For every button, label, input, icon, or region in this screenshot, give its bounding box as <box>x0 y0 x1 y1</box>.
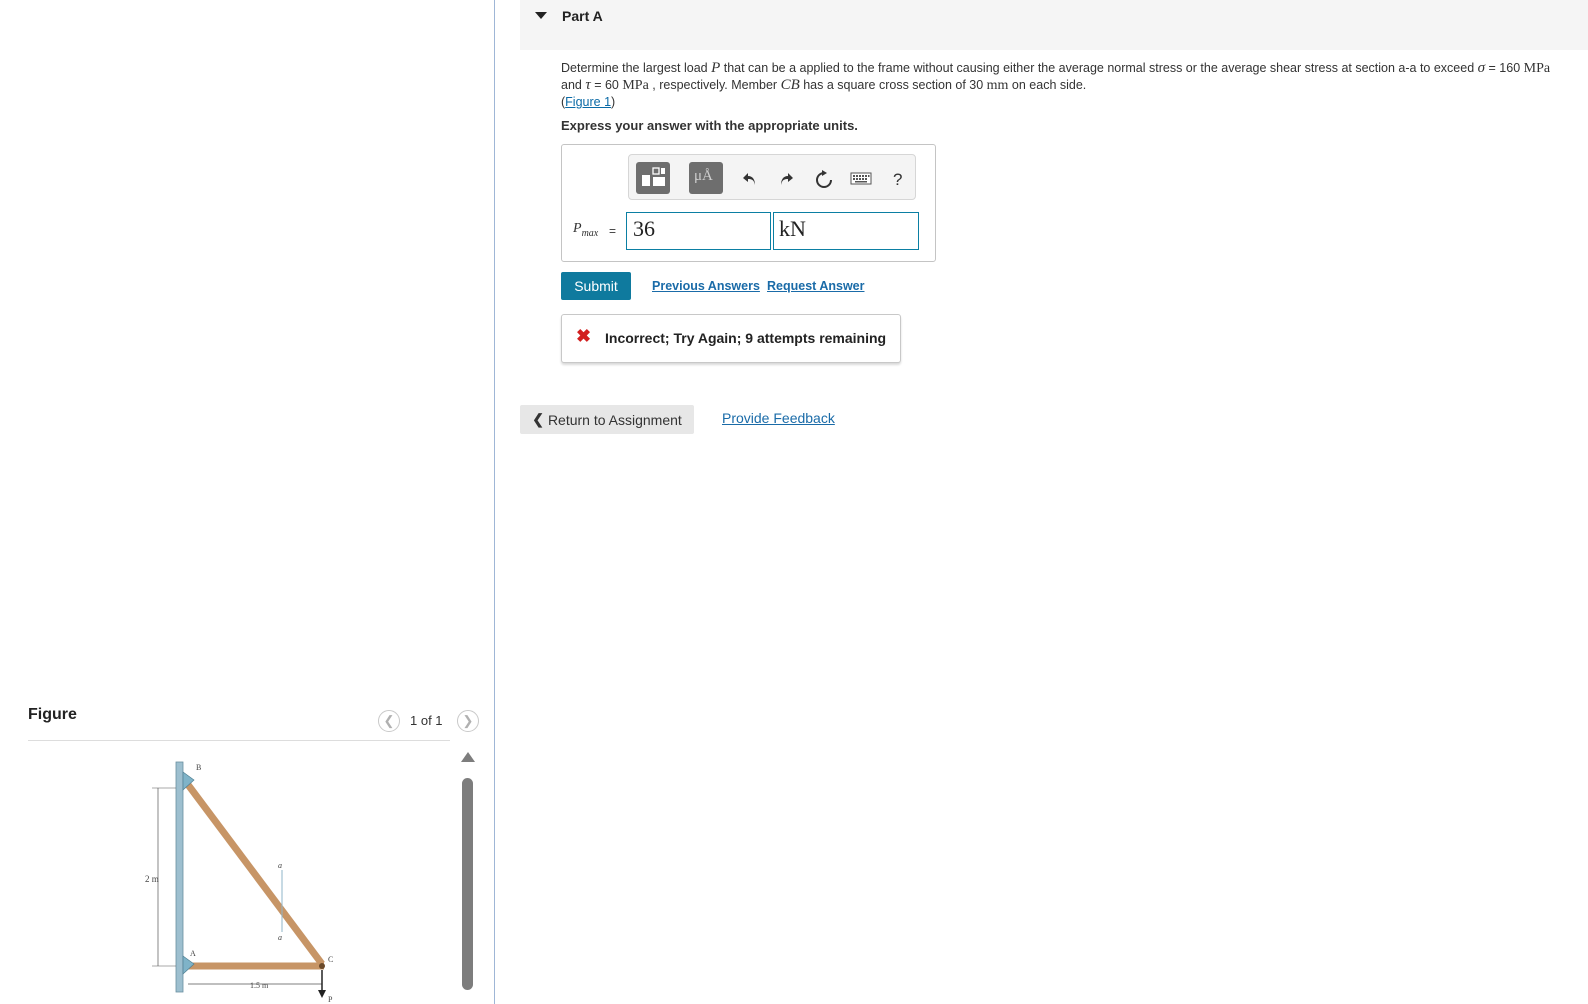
reset-button[interactable] <box>814 170 834 194</box>
incorrect-icon: ✖ <box>576 326 592 346</box>
question-text: Determine the largest load P that can be… <box>561 60 1551 109</box>
keyboard-button[interactable] <box>850 170 872 190</box>
provide-feedback-link[interactable]: Provide Feedback <box>722 410 835 426</box>
chevron-right-icon: ❯ <box>462 713 474 728</box>
templates-button[interactable] <box>636 162 670 194</box>
collapse-caret-icon[interactable] <box>535 12 547 19</box>
scroll-up-arrow-icon[interactable] <box>461 752 475 762</box>
load-p-label: P <box>328 995 333 1004</box>
figure-divider <box>28 740 450 741</box>
redo-icon <box>781 173 793 185</box>
part-title: Part A <box>562 8 603 24</box>
figure-link[interactable]: Figure 1 <box>565 95 611 109</box>
reset-icon <box>816 170 832 188</box>
chevron-left-icon: ❮ <box>383 713 395 728</box>
equals-sign: = <box>609 224 617 238</box>
answer-variable-label: Pmax <box>573 221 599 239</box>
pin-c <box>319 963 325 969</box>
math-toolbar <box>628 154 916 200</box>
section-label-upper: a <box>278 861 282 870</box>
redo-button[interactable] <box>777 170 795 192</box>
feedback-message: Incorrect; Try Again; 9 attempts remaini… <box>605 330 887 346</box>
templates-icon <box>642 167 665 186</box>
return-to-assignment-button[interactable]: ❮ Return to Assignment <box>520 405 694 434</box>
return-label: Return to Assignment <box>547 411 682 428</box>
answer-units-input[interactable]: kN <box>773 212 919 250</box>
keyboard-icon <box>850 172 872 185</box>
units-button[interactable]: μÅ <box>689 162 723 194</box>
member-cb <box>183 779 325 967</box>
frame-diagram: 2 m a a B A C 1.5 m P <box>145 761 333 1004</box>
figure-next-button[interactable]: ❯ <box>457 710 479 732</box>
undo-button[interactable] <box>741 170 759 192</box>
point-a-label: A <box>190 949 196 958</box>
section-label-lower: a <box>278 933 282 942</box>
horizontal-dimension-label: 1.5 m <box>250 981 269 990</box>
previous-answers-link[interactable]: Previous Answers <box>652 279 760 293</box>
wall <box>175 761 184 993</box>
point-b-label: B <box>196 763 201 772</box>
figure-title: Figure <box>28 706 77 723</box>
part-header[interactable] <box>520 0 1588 50</box>
pin-a <box>182 955 195 975</box>
figure-counter: 1 of 1 <box>410 713 443 728</box>
undo-icon <box>743 173 755 185</box>
answer-value-input[interactable]: 36 <box>626 212 771 250</box>
point-c-label: C <box>328 955 333 964</box>
request-answer-link[interactable]: Request Answer <box>767 279 864 293</box>
submit-button[interactable]: Submit <box>561 272 631 300</box>
units-label: μÅ <box>694 168 713 184</box>
figure-scrollbar-thumb[interactable] <box>462 778 473 990</box>
help-button[interactable]: ? <box>893 170 902 190</box>
load-arrow-head-icon <box>318 990 326 998</box>
chevron-left-icon: ❮ <box>532 411 544 427</box>
panel-divider <box>494 0 495 1004</box>
vertical-dimension-label: 2 m <box>145 874 159 884</box>
figure-prev-button[interactable]: ❮ <box>378 710 400 732</box>
instruction-text: Express your answer with the appropriate… <box>561 118 858 133</box>
